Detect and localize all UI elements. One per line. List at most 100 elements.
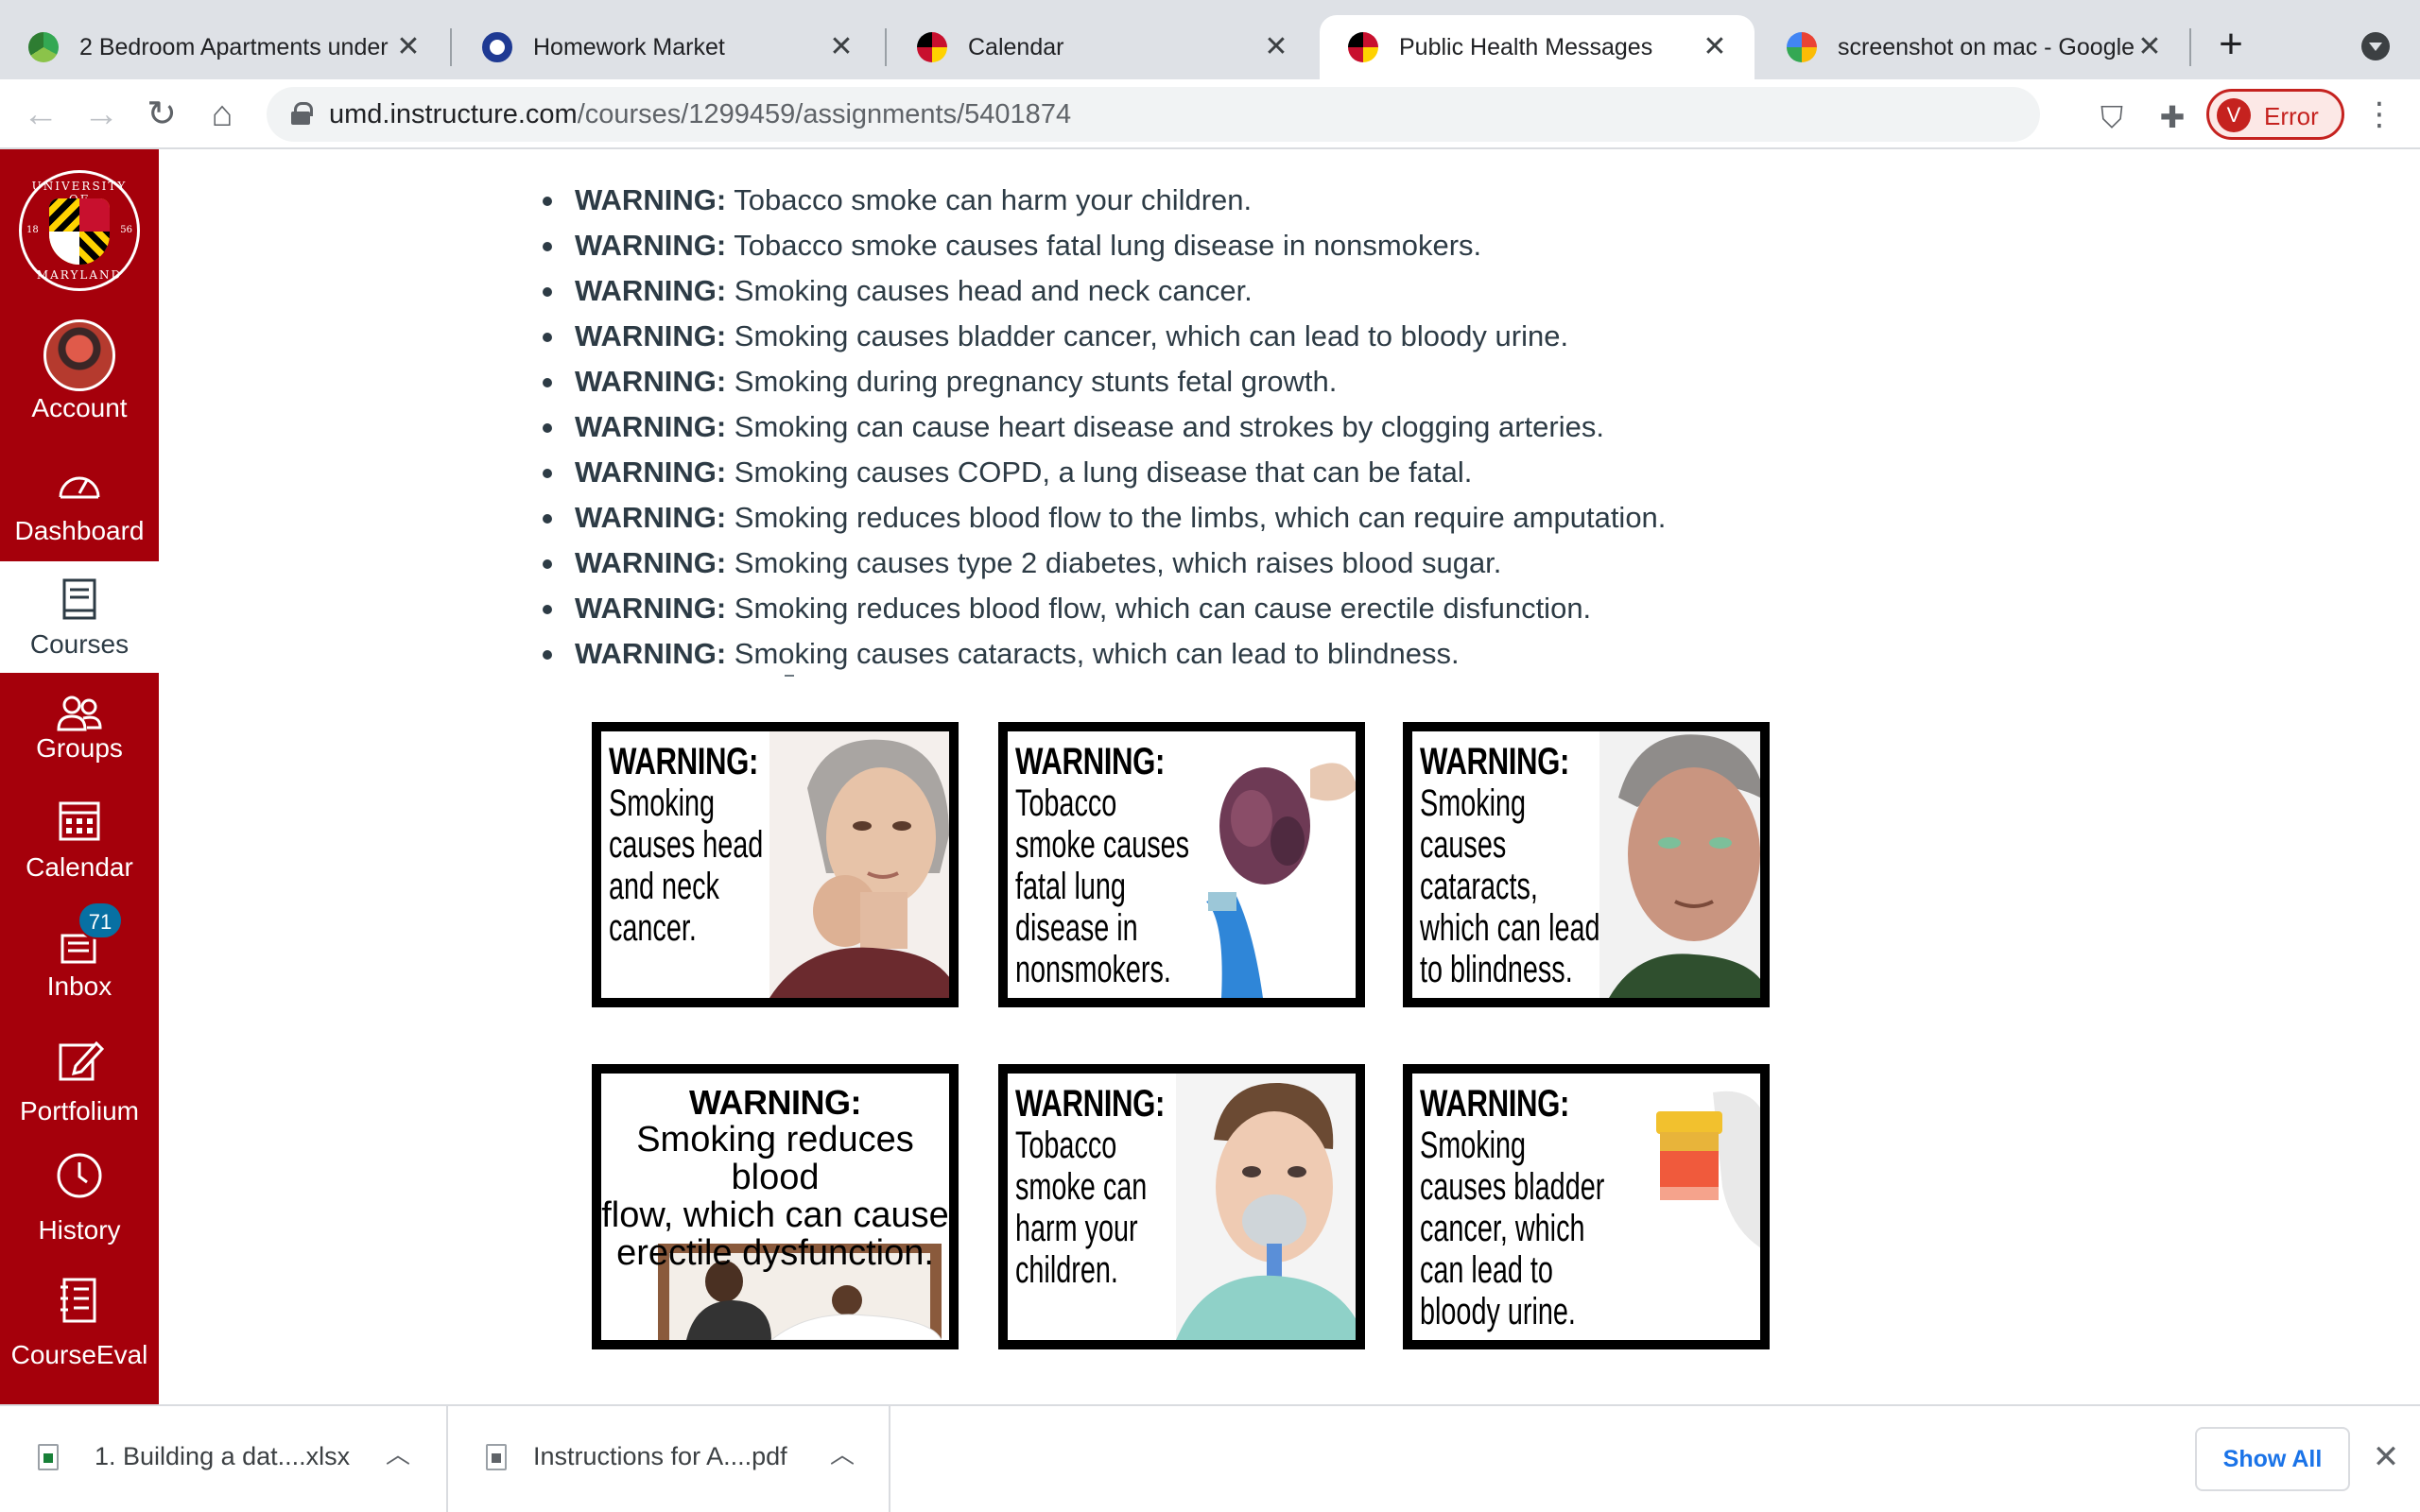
tab-close-icon[interactable]: ✕ <box>826 32 856 62</box>
sidebar-item-inbox[interactable]: 71 Inbox <box>0 902 159 1017</box>
sidebar-item-courses[interactable]: Courses <box>0 561 159 673</box>
list-item: WARNING: Smoking causes head and neck ca… <box>542 268 1666 314</box>
warning-text: Smoking causes bladder cancer, which can… <box>734 319 1569 352</box>
new-tab-button[interactable]: + <box>2210 24 2252 66</box>
umd-logo[interactable]: UNIVERSITY OF 18 56 MARYLAND <box>19 170 140 291</box>
tab-public-health-messages[interactable]: Public Health Messages ✕ <box>1320 15 1754 79</box>
warning-prefix: WARNING: <box>575 319 727 352</box>
umd-favicon-icon <box>917 32 947 62</box>
sidebar-item-account[interactable]: Account <box>0 319 159 423</box>
warning-text: Smoking causes cataracts, which can lead… <box>734 637 1460 670</box>
back-arrow-icon[interactable]: ← <box>21 94 60 134</box>
sidebar-item-label: Calendar <box>26 852 133 882</box>
lock-icon[interactable] <box>291 102 313 125</box>
warning-text: Smoking during pregnancy stunts fetal gr… <box>734 365 1338 398</box>
sidebar-item-label: Groups <box>36 733 123 763</box>
warning-prefix: WARNING: <box>575 637 727 670</box>
logo-year-left: 18 <box>26 225 39 235</box>
url-path: /courses/1299459/assignments/5401874 <box>577 99 1072 129</box>
browser-toolbar: ← → ↻ ⌂ umd.instructure.com/courses/1299… <box>0 79 2420 149</box>
url-text: umd.instructure.com/courses/1299459/assi… <box>329 99 1071 130</box>
browser-window: 2 Bedroom Apartments under ✕ Homework Ma… <box>0 0 2420 1512</box>
tab-close-icon[interactable]: ✕ <box>393 32 424 62</box>
forward-arrow-icon[interactable]: → <box>81 94 121 134</box>
list-item: WARNING: Smoking can cause heart disease… <box>542 404 1666 450</box>
warning-card-erectile-dysfunction: WARNING: Smoking reduces blood flow, whi… <box>592 1064 959 1349</box>
tab-close-icon[interactable]: ✕ <box>1700 32 1730 62</box>
extensions-puzzle-icon[interactable]: ✚ <box>2155 100 2189 134</box>
sidebar-item-label: Dashboard <box>14 516 145 545</box>
warning-text: Tobacco smoke causes fatal lung disease … <box>734 229 1482 262</box>
card-warning-body: Tobacco smoke can harm your children. <box>1015 1125 1148 1291</box>
groups-people-icon <box>57 696 102 731</box>
sidebar-item-label: Courses <box>29 629 130 659</box>
tab-title: screenshot on mac - Google <box>1838 33 2135 60</box>
tab-homework-market[interactable]: Homework Market ✕ <box>454 15 881 79</box>
download-item-xlsx[interactable]: 1. Building a dat....xlsx ︿ <box>0 1406 448 1512</box>
speedometer-icon <box>59 476 100 499</box>
urine-sample-cup-image <box>1637 1074 1760 1263</box>
sidebar-item-courseeval[interactable]: CourseEval <box>0 1274 159 1385</box>
pdf-file-icon <box>486 1444 507 1470</box>
sidebar-item-label: Account <box>31 393 128 422</box>
chevron-up-icon[interactable]: ︿ <box>826 1438 858 1470</box>
download-item-pdf[interactable]: Instructions for A....pdf ︿ <box>448 1406 890 1512</box>
download-filename: Instructions for A....pdf <box>533 1442 787 1470</box>
chrome-menu-icon[interactable]: ⋮ <box>2363 98 2395 132</box>
logo-year-right: 56 <box>120 225 132 235</box>
tab-google-search[interactable]: screenshot on mac - Google ✕ <box>1758 15 2189 79</box>
tab-close-icon[interactable]: ✕ <box>2135 32 2165 62</box>
tab-calendar[interactable]: Calendar ✕ <box>889 15 1316 79</box>
warning-card-head-neck: WARNING: Smoking causes head and neck ca… <box>592 722 959 1007</box>
sidebar-item-history[interactable]: History <box>0 1149 159 1261</box>
sidebar-item-calendar[interactable]: Calendar <box>0 790 159 902</box>
tab-close-icon[interactable]: ✕ <box>1261 32 1291 62</box>
shield-extension-icon[interactable]: ⛉ <box>2095 100 2129 134</box>
tab-separator <box>450 28 452 66</box>
home-icon[interactable]: ⌂ <box>202 94 242 134</box>
warning-card-bladder-cancer: WARNING: Smoking causes bladder cancer, … <box>1403 1064 1770 1349</box>
tab-search-icon[interactable] <box>2361 32 2390 60</box>
profile-button[interactable]: V Error <box>2206 89 2344 140</box>
list-item: WARNING: Tobacco smoke can harm your chi… <box>542 178 1666 223</box>
child-nebulizer-image <box>1176 1074 1356 1340</box>
sidebar-item-portfolium[interactable]: Portfolium <box>0 1028 159 1140</box>
warning-prefix: WARNING: <box>575 274 727 307</box>
sidebar-item-groups[interactable]: Groups <box>0 677 159 788</box>
warning-prefix: WARNING: <box>575 410 727 443</box>
warning-prefix: WARNING: <box>575 592 727 625</box>
tab-title: 2 Bedroom Apartments under <box>79 33 389 60</box>
tab-title: Public Health Messages <box>1399 33 1653 60</box>
chevron-up-icon[interactable]: ︿ <box>382 1438 414 1470</box>
list-item: WARNING: Smoking causes COPD, a lung dis… <box>542 450 1666 495</box>
green-recycle-favicon-icon <box>28 32 59 62</box>
clock-history-icon <box>57 1153 102 1198</box>
tab-separator <box>885 28 887 66</box>
diseased-lung-image <box>1197 731 1356 998</box>
warning-text: Smoking can cause heart disease and stro… <box>734 410 1604 443</box>
warning-prefix: WARNING: <box>575 501 727 534</box>
logo-bottom-text: MARYLAND <box>36 268 123 282</box>
tab-separator <box>2189 28 2191 66</box>
tab-apartments[interactable]: 2 Bedroom Apartments under ✕ <box>0 15 448 79</box>
card-warning-body: Smoking reduces blood flow, which can ca… <box>601 1120 949 1273</box>
sidebar-item-dashboard[interactable]: Dashboard <box>0 448 159 559</box>
stray-mark <box>785 675 794 677</box>
show-all-downloads-button[interactable]: Show All <box>2195 1427 2350 1491</box>
warning-text: Smoking causes type 2 diabetes, which ra… <box>734 546 1502 579</box>
tab-strip: 2 Bedroom Apartments under ✕ Homework Ma… <box>0 0 2420 79</box>
warning-card-children: WARNING: Tobacco smoke can harm your chi… <box>998 1064 1365 1349</box>
address-bar[interactable]: umd.instructure.com/courses/1299459/assi… <box>267 87 2303 142</box>
sidebar-item-label: History <box>38 1215 121 1245</box>
man-cataracts-image <box>1599 731 1760 998</box>
homework-market-favicon-icon <box>482 32 512 62</box>
warning-card-cataracts: WARNING: Smoking causes cataracts, which… <box>1403 722 1770 1007</box>
close-download-bar-icon[interactable]: ✕ <box>2369 1440 2403 1474</box>
sidebar-item-label: Inbox <box>46 971 112 1001</box>
tab-title: Calendar <box>968 33 1064 60</box>
reload-icon[interactable]: ↻ <box>142 94 182 134</box>
notebook-list-icon <box>60 1278 96 1323</box>
warning-text: Smoking causes COPD, a lung disease that… <box>734 455 1473 489</box>
card-warning-head: WARNING: <box>1420 1083 1570 1125</box>
card-warning-head: WARNING: <box>1015 741 1166 782</box>
